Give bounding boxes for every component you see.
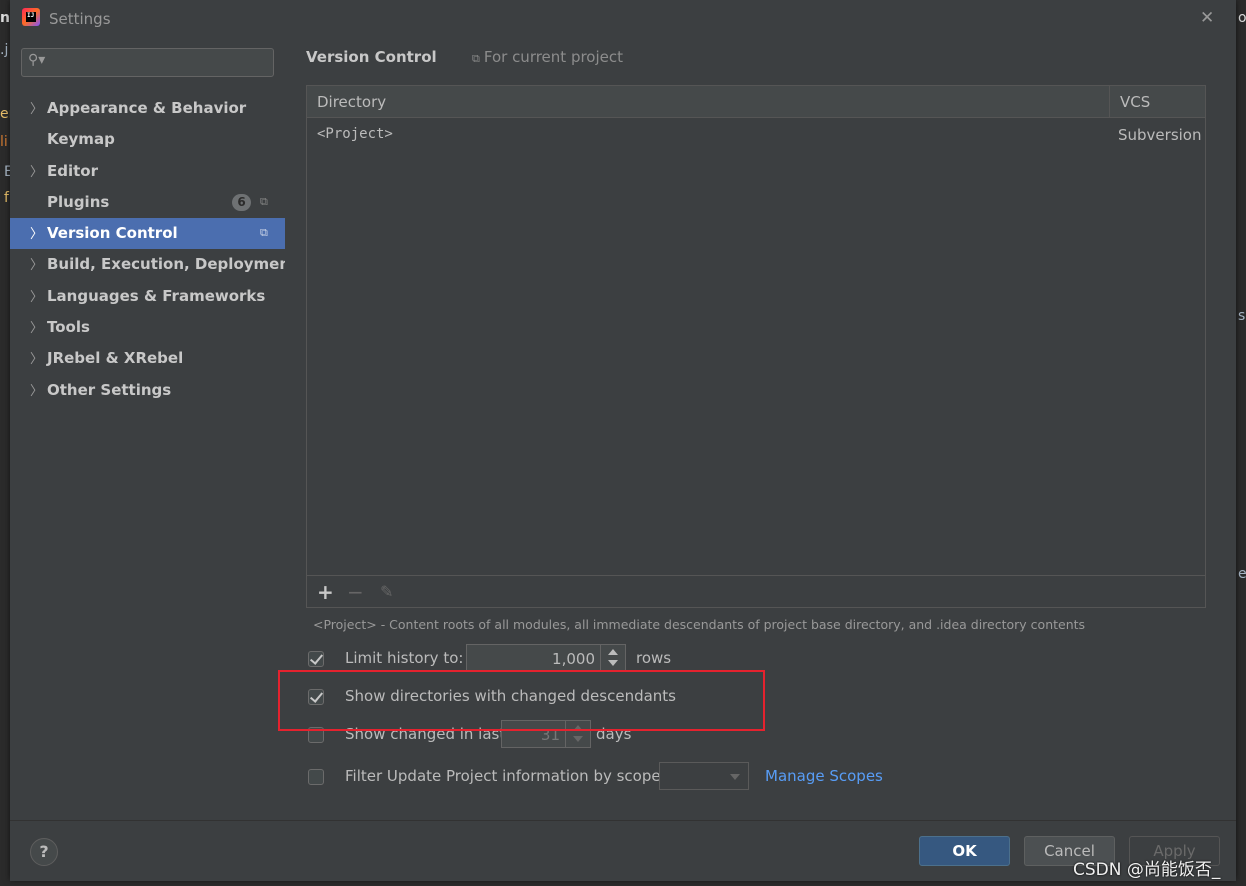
sidebar-item-label: Keymap <box>47 130 115 149</box>
help-button[interactable]: ? <box>30 838 58 866</box>
manage-scopes-link[interactable]: Manage Scopes <box>765 767 883 785</box>
sidebar-item-label: Other Settings <box>47 380 172 399</box>
limit-history-checkbox[interactable] <box>308 651 324 667</box>
chevron-right-icon[interactable]: 〉 <box>30 161 43 180</box>
show-changed-checkbox[interactable] <box>308 727 324 743</box>
chevron-right-icon[interactable]: 〉 <box>30 380 43 399</box>
chevron-down-icon <box>730 774 740 780</box>
settings-dialog: IJ Settings ✕ ⚲▾ 〉 Appearance & Behavior… <box>10 0 1236 881</box>
column-divider[interactable] <box>1109 86 1110 117</box>
edit-pencil-icon[interactable]: ✎ <box>380 582 393 601</box>
project-hint-text: <Project> - Content roots of all modules… <box>313 617 1086 632</box>
project-level-icon: ⧉ <box>260 194 268 208</box>
intellij-app-icon: IJ <box>22 8 40 26</box>
background-text-fragment: .j <box>0 42 9 58</box>
show-changed-value: 31 <box>540 726 560 744</box>
column-header-vcs[interactable]: VCS <box>1120 93 1150 111</box>
sidebar-item-other-settings[interactable]: 〉 Other Settings <box>10 375 285 406</box>
cell-directory: <Project> <box>317 126 393 142</box>
scope-indicator: ⧉ For current project <box>472 48 623 66</box>
show-dirs-checkbox[interactable] <box>308 689 324 705</box>
spinner-arrows-icon[interactable] <box>565 721 590 747</box>
sidebar-item-label: Editor <box>47 161 98 180</box>
sidebar-item-version-control[interactable]: 〉 Version Control ⧉ <box>10 218 285 250</box>
chevron-right-icon[interactable]: 〉 <box>30 98 43 117</box>
sidebar-item-languages-frameworks[interactable]: 〉 Languages & Frameworks <box>10 281 285 312</box>
limit-history-value: 1,000 <box>552 650 595 668</box>
sidebar-item-label: Build, Execution, Deployment <box>47 255 298 274</box>
background-text-fragment: o <box>1238 10 1246 26</box>
scope-select[interactable] <box>659 762 749 790</box>
column-header-directory[interactable]: Directory <box>317 93 386 111</box>
cell-vcs: Subversion <box>1118 126 1202 144</box>
sidebar-item-label: Plugins <box>47 192 110 211</box>
limit-history-spinner[interactable]: 1,000 <box>466 644 626 672</box>
title-bar: IJ Settings ✕ <box>10 0 1236 38</box>
sidebar-item-appearance-behavior[interactable]: 〉 Appearance & Behavior <box>10 93 285 124</box>
sidebar-item-label: Version Control <box>47 224 178 243</box>
sidebar-item-editor[interactable]: 〉 Editor <box>10 156 285 187</box>
filter-update-checkbox[interactable] <box>308 769 324 785</box>
limit-history-suffix: rows <box>636 649 672 667</box>
chevron-right-icon[interactable]: 〉 <box>30 348 43 367</box>
add-icon[interactable]: + <box>317 580 334 604</box>
chevron-right-icon[interactable]: 〉 <box>30 223 43 242</box>
filter-update-label: Filter Update Project information by sco… <box>345 767 661 785</box>
sidebar-item-plugins[interactable]: Plugins 6 ⧉ <box>10 187 285 218</box>
project-level-icon: ⧉ <box>472 52 480 65</box>
window-title: Settings <box>49 10 111 28</box>
sidebar-item-tools[interactable]: 〉 Tools <box>10 312 285 343</box>
ok-button[interactable]: OK <box>919 836 1010 866</box>
limit-history-label: Limit history to: <box>345 649 464 667</box>
remove-icon[interactable]: − <box>347 580 364 604</box>
chevron-right-icon[interactable]: 〉 <box>30 317 43 336</box>
background-text-fragment: li <box>0 134 8 150</box>
search-icon: ⚲▾ <box>28 52 46 68</box>
spinner-arrows-icon[interactable] <box>600 645 625 671</box>
settings-search-input[interactable]: ⚲▾ <box>21 48 274 77</box>
sidebar-item-keymap[interactable]: Keymap <box>10 124 285 155</box>
background-text-fragment: s <box>1238 308 1246 324</box>
sidebar-item-label: JRebel & XRebel <box>47 349 184 368</box>
dialog-footer: ? OK Cancel Apply <box>10 820 1236 881</box>
scope-label: For current project <box>483 48 624 66</box>
vcs-mappings-table: Directory VCS <Project> Subversion + − ✎ <box>306 85 1206 608</box>
show-changed-spinner[interactable]: 31 <box>501 720 591 748</box>
settings-content: Version Control ⧉ For current project Dir… <box>285 38 1236 820</box>
show-changed-suffix: days <box>596 725 632 743</box>
page-title: Version Control <box>306 48 437 66</box>
updates-count-badge: 6 <box>232 193 251 211</box>
settings-tree: 〉 Appearance & Behavior Keymap 〉 Editor … <box>10 93 297 406</box>
table-header: Directory VCS <box>307 86 1205 118</box>
table-toolbar: + − ✎ <box>307 575 1205 608</box>
watermark-text: CSDN @尚能饭否_ <box>1073 860 1221 880</box>
chevron-right-icon[interactable]: 〉 <box>30 286 43 305</box>
show-dirs-label: Show directories with changed descendant… <box>345 687 676 705</box>
background-text-fragment: e <box>1238 566 1246 582</box>
sidebar-item-label: Tools <box>47 318 90 337</box>
project-level-icon: ⧉ <box>260 226 268 240</box>
sidebar-item-jrebel-xrebel[interactable]: 〉 JRebel & XRebel <box>10 343 285 374</box>
settings-sidebar: ⚲▾ 〉 Appearance & Behavior Keymap 〉 Edit… <box>10 38 297 820</box>
sidebar-item-build-execution-deployment[interactable]: 〉 Build, Execution, Deployment <box>10 249 297 280</box>
chevron-right-icon[interactable]: 〉 <box>30 254 43 273</box>
sidebar-item-label: Appearance & Behavior <box>47 99 247 117</box>
background-text-fragment: f <box>4 190 9 206</box>
sidebar-item-label: Languages & Frameworks <box>47 286 266 305</box>
table-row[interactable]: <Project> Subversion <box>307 118 1205 150</box>
close-icon[interactable]: ✕ <box>1200 8 1214 28</box>
show-changed-label: Show changed in last <box>345 725 506 743</box>
